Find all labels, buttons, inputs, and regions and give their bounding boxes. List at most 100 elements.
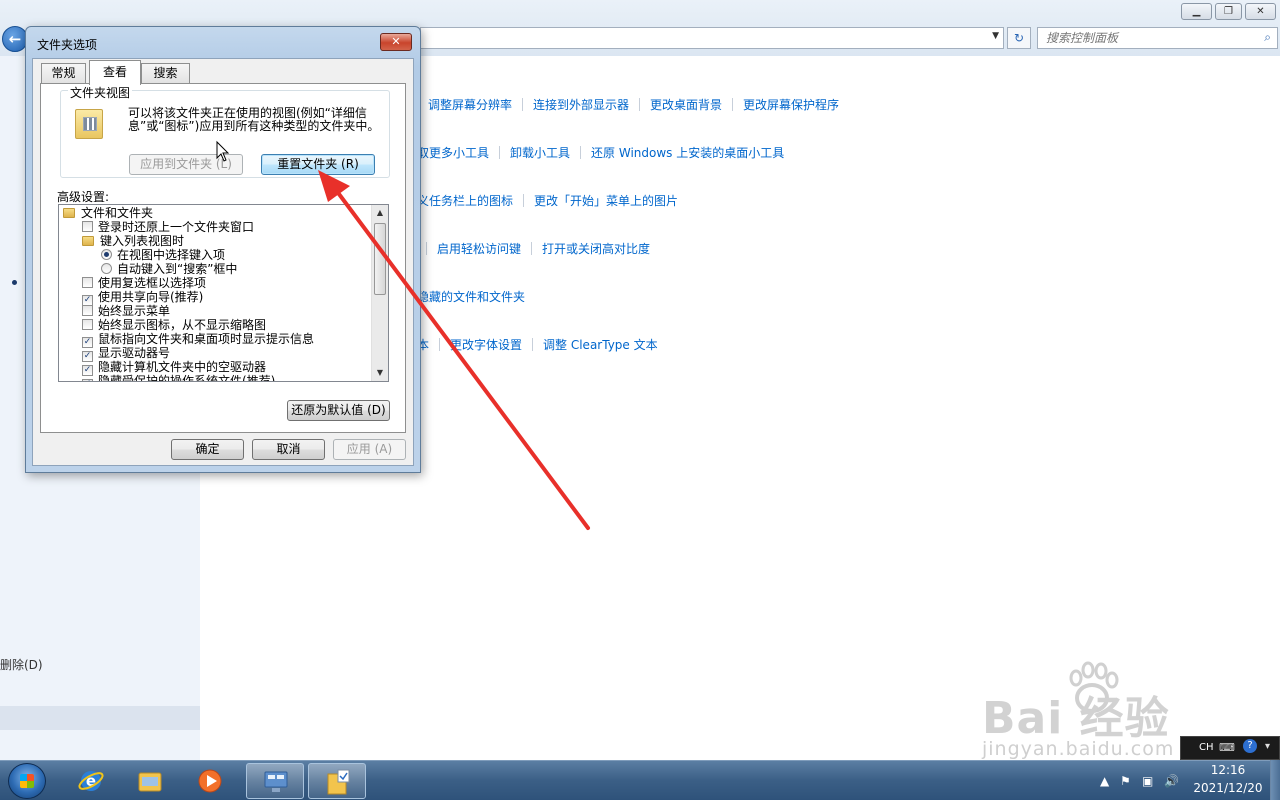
tree-item-checkbox[interactable]: ✓ 隐藏计算机文件夹中的空驱动器	[82, 360, 266, 376]
action-center-flag-icon[interactable]: ⚑	[1120, 774, 1131, 788]
search-input[interactable]	[1038, 28, 1248, 48]
clock-date[interactable]: 2021/12/20	[1193, 781, 1263, 795]
address-bar[interactable]: ▼	[420, 27, 1004, 49]
close-icon[interactable]: ✕	[380, 33, 412, 51]
scroll-up-icon[interactable]: ▲	[372, 205, 388, 221]
taskbar-explorer-icon[interactable]	[121, 763, 179, 799]
tree-item-label: 始终显示图标，从不显示缩略图	[98, 318, 267, 332]
control-panel-link[interactable]: 更改「开始」菜单上的图片	[534, 194, 678, 208]
options-icon[interactable]: ▾	[1265, 741, 1270, 752]
tree-item-label: 显示驱动器号	[98, 346, 171, 360]
keyboard-icon[interactable]: ⌨	[1219, 741, 1235, 754]
delete-menu-text[interactable]: 删除(D)	[0, 656, 43, 673]
taskbar-ie-icon[interactable]: e	[62, 763, 120, 799]
tree-item-label: 使用复选框以选择项	[98, 276, 207, 290]
tree-item-label: 鼠标指向文件夹和桌面项时显示提示信息	[98, 332, 315, 346]
checkbox[interactable]	[82, 305, 93, 316]
search-box[interactable]: ⌕	[1037, 27, 1278, 49]
scroll-down-icon[interactable]: ▼	[372, 365, 388, 381]
taskbar-control-panel-icon[interactable]	[246, 763, 304, 799]
reset-folders-button[interactable]: 重置文件夹 (R)	[261, 154, 375, 175]
radio-button[interactable]	[101, 249, 112, 260]
show-desktop-button[interactable]	[1270, 760, 1280, 800]
control-panel-link[interactable]: 打开或关闭高对比度	[542, 242, 650, 256]
link-separator	[532, 338, 534, 351]
clock-time[interactable]: 12:16	[1203, 763, 1253, 777]
control-panel-link[interactable]: 义任务栏上的图标	[417, 194, 513, 208]
start-button[interactable]	[8, 763, 46, 799]
link-separator	[639, 98, 641, 111]
control-panel-link[interactable]: 更改字体设置	[450, 338, 522, 352]
help-icon[interactable]: ?	[1243, 739, 1257, 753]
taskbar-media-player-icon[interactable]	[181, 763, 239, 799]
tree-item-checkbox[interactable]: ✓ 显示驱动器号	[82, 346, 171, 362]
radio-button[interactable]	[101, 263, 112, 274]
tree-item-label: 键入列表视图时	[100, 234, 185, 248]
refresh-icon[interactable]: ↻	[1007, 27, 1031, 49]
control-panel-link[interactable]: 隐藏的文件和文件夹	[417, 290, 525, 304]
link-separator	[531, 242, 533, 255]
control-panel-link[interactable]: 更改桌面背景	[650, 98, 722, 112]
control-panel-icon	[264, 771, 288, 792]
apply-to-folders-button[interactable]: 应用到文件夹 (L)	[129, 154, 243, 175]
control-panel-link[interactable]: 调整 ClearType 文本	[543, 338, 658, 352]
link-separator	[523, 194, 525, 207]
tree-item-checkbox[interactable]: 始终显示图标，从不显示缩略图	[82, 318, 266, 332]
link-row: 义任务栏上的图标 更改「开始」菜单上的图片	[417, 192, 678, 210]
apply-button[interactable]: 应用 (A)	[333, 439, 406, 460]
ok-button[interactable]: 确定	[171, 439, 244, 460]
control-panel-link[interactable]: 更改屏幕保护程序	[743, 98, 839, 112]
folder-options-icon	[327, 769, 350, 795]
show-hidden-icons-icon[interactable]: ▲	[1100, 774, 1109, 788]
advanced-settings-tree[interactable]: 文件和文件夹 登录时还原上一个文件夹窗口 键入列表视图时 在视图中选择键入项 自动键入到…	[58, 204, 389, 382]
tree-item-checkbox[interactable]: 使用复选框以选择项	[82, 276, 206, 290]
checkbox[interactable]	[82, 277, 93, 288]
link-separator	[426, 242, 427, 255]
control-panel-link[interactable]: 还原 Windows 上安装的桌面小工具	[591, 146, 784, 160]
advanced-settings-label: 高级设置:	[57, 190, 110, 204]
tab-general[interactable]: 常规	[41, 63, 86, 83]
view-tab-page: 文件夹视图 可以将该文件夹正在使用的视图(例如“详细信息”或“图标”)应用到所有…	[40, 83, 406, 433]
link-row: 启用轻松访问键 打开或关闭高对比度	[426, 240, 650, 258]
control-panel-link[interactable]: 调整屏幕分辨率	[428, 98, 512, 112]
minimize-button[interactable]: ▁	[1181, 3, 1212, 20]
cancel-button[interactable]: 取消	[252, 439, 325, 460]
control-panel-link[interactable]: 卸载小工具	[510, 146, 570, 160]
taskbar-folder-options-icon[interactable]	[308, 763, 366, 799]
control-panel-link[interactable]: 取更多小工具	[417, 146, 489, 160]
tree-item-checkbox[interactable]: 登录时还原上一个文件夹窗口	[82, 220, 254, 234]
control-panel-link[interactable]: 连接到外部显示器	[533, 98, 629, 112]
folder-icon	[82, 236, 94, 246]
folder-view-icon	[75, 109, 103, 139]
tree-scrollbar[interactable]: ▲ ▼	[371, 205, 388, 381]
language-bar[interactable]: CH ⌨ ? ▾	[1180, 736, 1280, 760]
bullet-icon	[12, 280, 17, 285]
control-panel-link[interactable]: 启用轻松访问键	[437, 242, 521, 256]
chevron-down-icon[interactable]: ▼	[992, 31, 999, 41]
tree-item-radio[interactable]: 自动键入到“搜索”框中	[101, 262, 237, 276]
maximize-button[interactable]: ❐	[1215, 3, 1242, 20]
scroll-thumb[interactable]	[374, 223, 386, 295]
window-close-button[interactable]: ✕	[1245, 3, 1276, 20]
volume-icon[interactable]: 🔊	[1164, 774, 1179, 788]
windows-explorer-icon	[138, 772, 162, 792]
language-indicator[interactable]: CH	[1199, 742, 1214, 753]
tab-search[interactable]: 搜索	[141, 63, 190, 83]
tree-item-checkbox[interactable]: ✓ 使用共享向导(推荐)	[82, 290, 203, 306]
tree-item-checkbox[interactable]: 始终显示菜单	[82, 304, 170, 318]
restore-defaults-button[interactable]: 还原为默认值 (D)	[287, 400, 390, 421]
checkbox[interactable]	[82, 319, 93, 330]
tab-view[interactable]: 查看	[89, 60, 141, 85]
link-separator	[580, 146, 582, 159]
network-icon[interactable]: ▣	[1142, 774, 1153, 788]
sidebar-footer-bar	[0, 706, 200, 730]
folder-options-dialog: 文件夹选项 ✕ 常规 查看 搜索 文件夹视图 可以将该文件夹正在使用的视图(例如…	[25, 26, 421, 473]
checkbox[interactable]: ✓	[82, 379, 93, 381]
checkbox[interactable]	[82, 221, 93, 232]
tree-item-checkbox[interactable]: ✓ 隐藏受保护的操作系统文件(推荐)	[82, 374, 275, 381]
dialog-title: 文件夹选项	[37, 38, 98, 52]
tree-item-radio[interactable]: 在视图中选择键入项	[101, 248, 225, 262]
search-icon[interactable]: ⌕	[1264, 30, 1271, 45]
tree-item-checkbox[interactable]: ✓ 鼠标指向文件夹和桌面项时显示提示信息	[82, 332, 315, 348]
tree-item-folder: 文件和文件夹	[63, 206, 153, 220]
